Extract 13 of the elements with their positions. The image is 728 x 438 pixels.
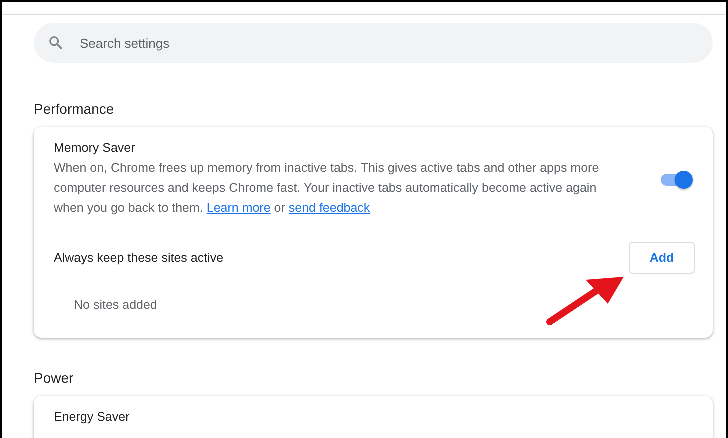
sites-label: Always keep these sites active xyxy=(54,251,224,265)
link[interactable]: send feedback xyxy=(288,201,370,215)
empty-message: No sites added xyxy=(74,298,158,312)
setting-title: Energy Saver xyxy=(54,410,130,424)
search-icon xyxy=(48,35,64,51)
section-heading: Power xyxy=(34,370,75,386)
section-heading: Performance xyxy=(34,101,116,117)
search-field[interactable]: Search settings xyxy=(34,23,713,63)
setting-title: Memory Saver xyxy=(54,141,136,155)
toggle-switch[interactable] xyxy=(661,174,691,186)
setting-description: When on, Chrome frees up memory from inactive tabs. This gives active tabs and other apps more computer resources and keeps Chrome fast. Your inactive tabs automatically become active again when you go back to them. Learn more or send feedback xyxy=(54,160,600,217)
add-button[interactable]: Add xyxy=(629,242,695,274)
link[interactable]: Learn more xyxy=(206,201,271,215)
